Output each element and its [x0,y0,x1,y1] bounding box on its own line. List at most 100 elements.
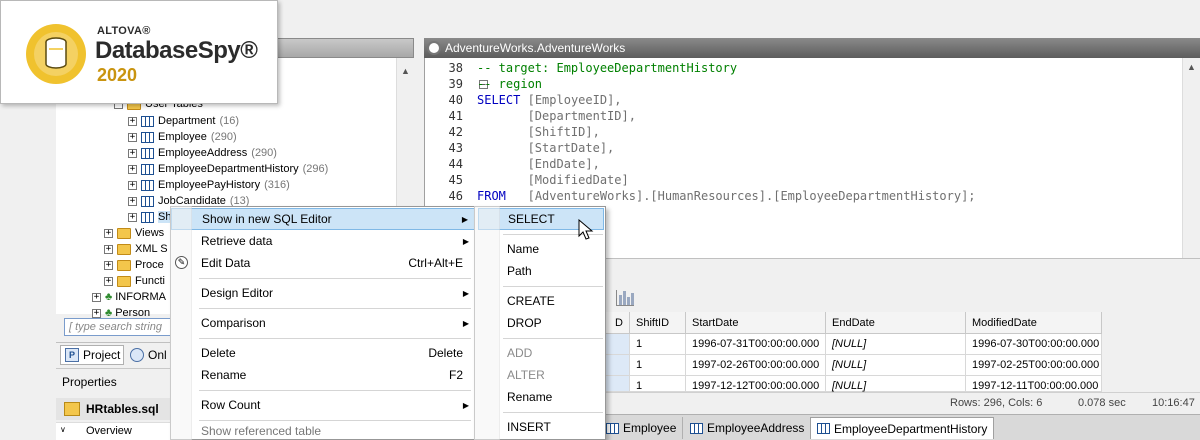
table-cell[interactable]: 1 [630,334,686,355]
table-cell[interactable]: 1996-07-30T00:00:00.000 [966,334,1102,355]
tab-employeeaddress[interactable]: EmployeeAddress [684,417,812,439]
submenu-item-alter[interactable]: ALTER [475,364,605,386]
tab-project[interactable]: P Project [60,345,124,365]
results-grid[interactable]: D ShiftID StartDate EndDate ModifiedDate… [600,312,1102,392]
line-number: 43 [448,141,463,155]
expand-icon[interactable]: + [128,132,137,142]
status-clock: 10:16:47 [1152,397,1195,409]
menu-item-comparison[interactable]: Comparison ▶ [171,312,475,334]
table-cell[interactable]: 1997-02-26T00:00:00.000 [686,355,826,376]
menu-item-label: Rename [201,368,247,382]
table-cell[interactable]: 1 [630,376,686,392]
submenu-arrow-icon: ▶ [461,214,468,224]
table-cell[interactable]: 1997-12-12T00:00:00.000 [686,376,826,392]
scroll-up-icon[interactable]: ▲ [1187,62,1196,72]
project-icon: P [65,348,79,362]
tree-label: Proce [135,259,164,271]
chart-icon[interactable] [616,290,634,306]
code-identifier: [AdventureWorks].[HumanResources].[Emplo… [527,189,976,203]
results-toolbar [600,288,1200,310]
code-identifier: [EndDate], [527,157,600,171]
expand-icon[interactable]: + [92,292,101,302]
table-cell[interactable]: [NULL] [826,376,966,392]
line-number: 38 [448,61,463,75]
table-cell[interactable]: 1997-12-11T00:00:00.000 [966,376,1102,392]
tab-employeedepartmenthistory[interactable]: EmployeeDepartmentHistory [810,417,995,439]
tree-folder[interactable]: + Functi [104,273,165,289]
tree-folder[interactable]: + Proce [104,257,164,273]
row-count: (290) [210,131,237,143]
tree-folder[interactable]: + Views [104,225,164,241]
menu-item-shortcut: Ctrl+Alt+E [408,256,463,270]
expand-icon[interactable]: + [128,212,137,222]
expand-icon[interactable]: + [92,308,101,318]
submenu-item-insert[interactable]: INSERT [475,416,605,438]
menu-separator [503,412,603,413]
expand-icon[interactable]: + [104,228,113,238]
column-header[interactable]: ModifiedDate [966,312,1102,334]
edit-data-icon: ✎ [175,256,188,269]
code-comment: -- region [477,77,543,91]
tree-search-input[interactable]: [ type search string [64,318,174,336]
overview-label: Overview [86,425,132,437]
submenu-item-drop[interactable]: DROP [475,312,605,334]
menu-separator [199,308,471,309]
tree-schema[interactable]: + ♣ INFORMA [92,289,166,305]
submenu-item-rename[interactable]: Rename [475,386,605,408]
tree-label: XML S [135,243,168,255]
expand-icon[interactable]: + [128,148,137,158]
tree-item-table-selected[interactable]: + Sh [128,209,172,225]
submenu-item-create[interactable]: CREATE [475,290,605,312]
menu-item-label: Retrieve data [201,234,273,248]
table-cell[interactable]: 1996-07-31T00:00:00.000 [686,334,826,355]
expand-icon[interactable]: + [128,180,137,190]
menu-item-row-count[interactable]: Row Count ▶ [171,394,475,416]
scroll-up-icon[interactable]: ▲ [401,66,410,76]
submenu-arrow-icon: ▶ [462,236,469,246]
expand-icon[interactable]: + [128,164,137,174]
menu-item-show-referenced-table[interactable]: Show referenced table [171,420,475,440]
menu-item-design-editor[interactable]: Design Editor ▶ [171,282,475,304]
editor-scrollbar[interactable]: ▲ [1182,58,1200,258]
column-header[interactable]: StartDate [686,312,826,334]
table-icon [141,195,154,207]
tree-item-table[interactable]: + Employee (290) [128,129,237,145]
table-icon [141,147,154,159]
properties-overview[interactable]: ∨ Overview [56,422,176,440]
logo-product-name: DatabaseSpy® [95,37,258,64]
expand-icon[interactable]: + [104,276,113,286]
tab-label: Project [83,348,121,362]
table-cell[interactable]: [NULL] [826,355,966,376]
row-count: (16) [219,115,240,127]
expand-icon[interactable]: + [104,244,113,254]
tree-item-table[interactable]: + EmployeeDepartmentHistory (296) [128,161,328,177]
expand-icon[interactable]: + [104,260,113,270]
table-cell[interactable]: [NULL] [826,334,966,355]
column-header[interactable]: EndDate [826,312,966,334]
tree-label: EmployeeAddress [158,147,248,159]
table-cell[interactable]: 1 [630,355,686,376]
logo-version-year: 2020 [97,65,138,85]
tree-item-table[interactable]: + EmployeePayHistory (316) [128,177,290,193]
menu-item-retrieve-data[interactable]: Retrieve data ▶ [171,230,475,252]
tree-label: INFORMA [115,291,166,303]
tab-label: Onl [148,348,167,362]
schema-icon: ♣ [105,291,113,303]
menu-item-rename[interactable]: Rename F2 [171,364,475,386]
table-icon [141,131,154,143]
submenu-item-add[interactable]: ADD [475,342,605,364]
menu-item-delete[interactable]: Delete Delete [171,342,475,364]
column-header[interactable]: ShiftID [630,312,686,334]
tree-item-table[interactable]: + Department (16) [128,113,239,129]
menu-item-show-in-new-sql-editor[interactable]: Show in new SQL Editor ▶ [171,208,475,230]
tree-folder[interactable]: + XML S [104,241,168,257]
submenu-item-path[interactable]: Path [475,260,605,282]
table-cell[interactable]: 1997-02-25T00:00:00.000 [966,355,1102,376]
expand-icon[interactable]: + [128,116,137,126]
sql-editor-title: AdventureWorks.AdventureWorks [445,41,626,55]
tab-employee[interactable]: Employee [600,417,684,439]
expand-icon[interactable]: + [128,196,137,206]
submenu-item-name[interactable]: Name [475,238,605,260]
menu-item-edit-data[interactable]: Edit Data Ctrl+Alt+E [171,252,475,274]
tree-item-table[interactable]: + EmployeeAddress (290) [128,145,277,161]
